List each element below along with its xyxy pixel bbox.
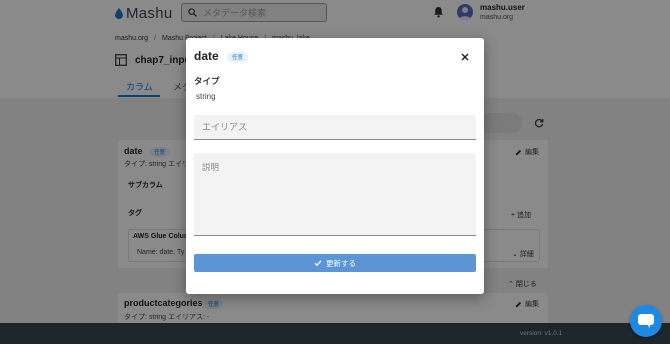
alias-field-container xyxy=(194,115,476,140)
description-input[interactable] xyxy=(194,153,476,235)
update-button-label: 更新する xyxy=(326,258,356,268)
check-icon xyxy=(314,260,322,267)
alias-input[interactable] xyxy=(194,115,476,139)
dialog-title: date xyxy=(194,49,219,63)
edit-column-dialog: date 任意 タイプ string 更新する xyxy=(186,38,484,294)
type-value: string xyxy=(196,92,216,101)
type-label: タイプ xyxy=(194,76,220,86)
optional-badge: 任意 xyxy=(227,52,249,62)
description-field-container xyxy=(194,153,476,236)
chat-bubble-icon xyxy=(638,314,654,328)
chat-button[interactable] xyxy=(630,305,662,337)
update-button[interactable]: 更新する xyxy=(194,254,476,272)
close-icon[interactable] xyxy=(460,52,470,62)
